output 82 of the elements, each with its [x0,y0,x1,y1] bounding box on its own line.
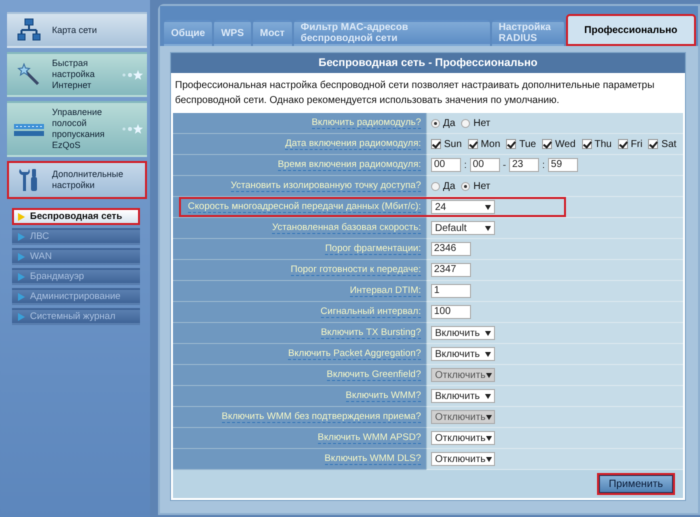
panel-title: Беспроводная сеть - Профессионально [171,53,685,73]
dropdown[interactable]: Включить [431,326,495,340]
caret-icon [485,226,491,230]
input-field[interactable]: 00 [470,158,500,172]
tab[interactable]: WPS [214,20,251,46]
option-label: Sat [661,138,676,150]
tab[interactable]: Мост [252,20,292,46]
wand-icon [17,62,41,86]
input-field[interactable]: 1 [431,284,471,298]
option-label: Sun [444,138,462,150]
dropdown[interactable]: 24 [431,200,495,214]
dropdown[interactable]: Включить [431,389,495,403]
triangle-icon [18,252,25,260]
input-field[interactable]: 00 [431,158,461,172]
triangle-icon [18,212,25,220]
checkbox[interactable] [468,139,478,149]
dropdown: Отключить [431,368,495,382]
caret-icon [485,394,491,398]
description-text: Профессиональная настройка беспроводной сети позволяет настраивать дополнительные параметры беспроводной сети. Однако рекомендуется использовать значения по умолчанию. [174,79,656,108]
option-label: Да [443,118,456,128]
separator-text: : [464,160,467,170]
input-field[interactable]: 100 [431,305,471,319]
option-label: Thu [594,138,612,150]
caret-icon [485,352,491,356]
apply-button[interactable]: Применить [596,473,675,495]
separator-text: : [542,160,545,170]
setting-label[interactable]: Интервал DTIM: [350,285,421,297]
dropdown[interactable]: Отключить [431,452,495,466]
caret-icon [485,330,491,336]
caret-icon [486,372,492,378]
option-label: Нет [473,180,490,192]
checkbox[interactable] [431,139,441,149]
caret-icon [485,204,491,210]
input-field[interactable]: 2347 [431,263,471,277]
tab[interactable]: Настройка RADIUS [492,20,564,46]
triangle-icon [18,292,25,300]
network-icon [17,18,41,42]
option-label: Да [443,180,456,192]
checkbox[interactable] [506,139,516,149]
option-label: Wed [555,138,576,150]
triangle-icon [18,272,25,280]
submenu-item[interactable]: Беспроводная сеть [12,208,140,225]
submenu-item[interactable]: Системный журнал [12,308,140,325]
checkbox[interactable] [542,139,552,149]
dropdown[interactable]: Default [431,221,495,235]
submenu-item[interactable]: WAN [12,248,140,265]
sidebar-item[interactable]: Управление полосой пропускания EzQoS [7,101,147,157]
submenu-item[interactable]: Администрирование [12,288,140,305]
separator-text: - [502,160,506,170]
radio-button[interactable] [461,182,470,190]
radio-button[interactable] [431,182,440,190]
option-label: Mon [480,138,500,150]
triangle-icon [18,312,25,320]
tab[interactable]: Фильтр MAC-адресов беспроводной сети [294,20,490,46]
checkbox[interactable] [582,139,592,149]
submenu-item[interactable]: Брандмауэр [12,268,140,285]
tab[interactable]: Профессионально [566,14,696,46]
submenu-item[interactable]: ЛВС [12,228,140,245]
sidebar-item[interactable]: Быстрая настройка Интернет [7,52,147,97]
dropdown: Отключить [431,410,495,424]
dropdown[interactable]: Включить [431,347,495,361]
option-label: Нет [473,118,490,128]
option-label: Fri [630,138,642,150]
triangle-icon [18,232,25,240]
sparkle-icon [121,124,143,134]
sparkle-icon [121,70,143,80]
checkbox[interactable] [618,139,628,149]
radio-button[interactable] [461,118,470,128]
sidebar-item[interactable]: Карта сети [7,12,147,48]
caret-icon [486,436,492,440]
caret-icon [486,456,492,462]
radio-button[interactable] [431,118,440,128]
sidebar-item[interactable]: Дополнительные настройки [7,161,147,199]
caret-icon [486,414,492,420]
input-field[interactable]: 2346 [431,242,471,256]
input-field[interactable]: 59 [548,158,578,172]
checkbox[interactable] [648,139,658,149]
input-field[interactable]: 23 [509,158,540,172]
option-label: Tue [519,138,536,150]
tab[interactable]: Общие [164,20,212,46]
dropdown[interactable]: Отключить [431,431,495,445]
setting-label[interactable]: Включить WMM? [346,390,421,402]
